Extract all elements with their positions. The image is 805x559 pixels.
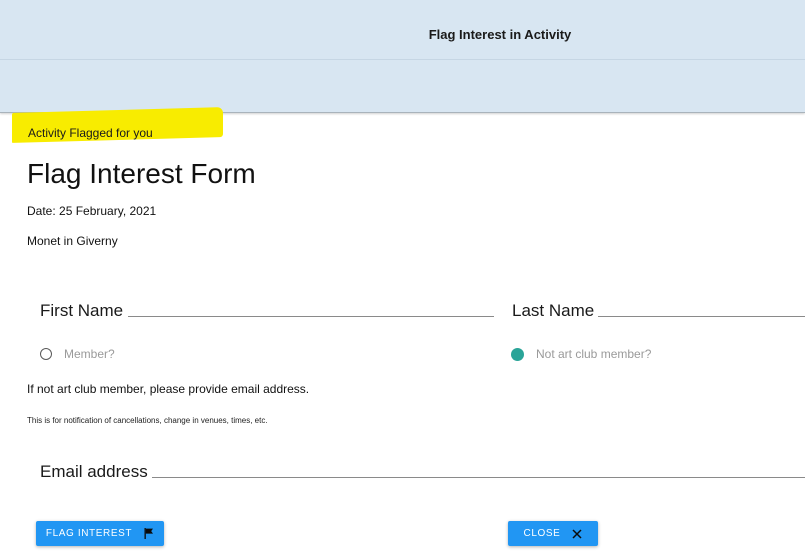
radio-checked-icon[interactable] bbox=[511, 347, 524, 361]
close-label: CLOSE bbox=[523, 528, 561, 539]
flagged-notice: Activity Flagged for you bbox=[28, 126, 153, 140]
close-icon bbox=[572, 528, 582, 539]
email-instruction: If not art club member, please provide e… bbox=[27, 382, 310, 396]
activity-name: Monet in Giverny bbox=[27, 234, 118, 248]
member-radio-label: Member? bbox=[64, 347, 115, 361]
page: Flag Interest in Activity Activity Flagg… bbox=[0, 0, 805, 559]
email-field[interactable]: Email address bbox=[40, 462, 148, 482]
last-name-field[interactable]: Last Name bbox=[512, 301, 594, 321]
flag-interest-button[interactable]: FLAG INTEREST bbox=[36, 521, 164, 546]
last-name-underline[interactable] bbox=[598, 316, 805, 317]
non-member-radio-label: Not art club member? bbox=[536, 347, 652, 361]
header-title: Flag Interest in Activity bbox=[428, 27, 572, 42]
close-button[interactable]: CLOSE bbox=[508, 521, 598, 546]
first-name-underline[interactable] bbox=[128, 316, 494, 317]
flag-icon bbox=[144, 528, 154, 539]
form-title: Flag Interest Form bbox=[27, 158, 256, 189]
flag-interest-label: FLAG INTEREST bbox=[45, 528, 133, 539]
first-name-field[interactable]: First Name bbox=[40, 301, 123, 321]
member-radio[interactable]: Member? bbox=[40, 347, 115, 361]
email-underline[interactable] bbox=[152, 477, 805, 478]
header-divider bbox=[0, 59, 805, 60]
non-member-radio[interactable]: Not art club member? bbox=[511, 347, 651, 361]
notification-fineprint: This is for notification of cancellation… bbox=[27, 416, 268, 425]
app-header: Flag Interest in Activity bbox=[0, 0, 805, 113]
activity-date: Date: 25 February, 2021 bbox=[27, 204, 157, 218]
radio-unchecked-icon[interactable] bbox=[40, 348, 52, 360]
